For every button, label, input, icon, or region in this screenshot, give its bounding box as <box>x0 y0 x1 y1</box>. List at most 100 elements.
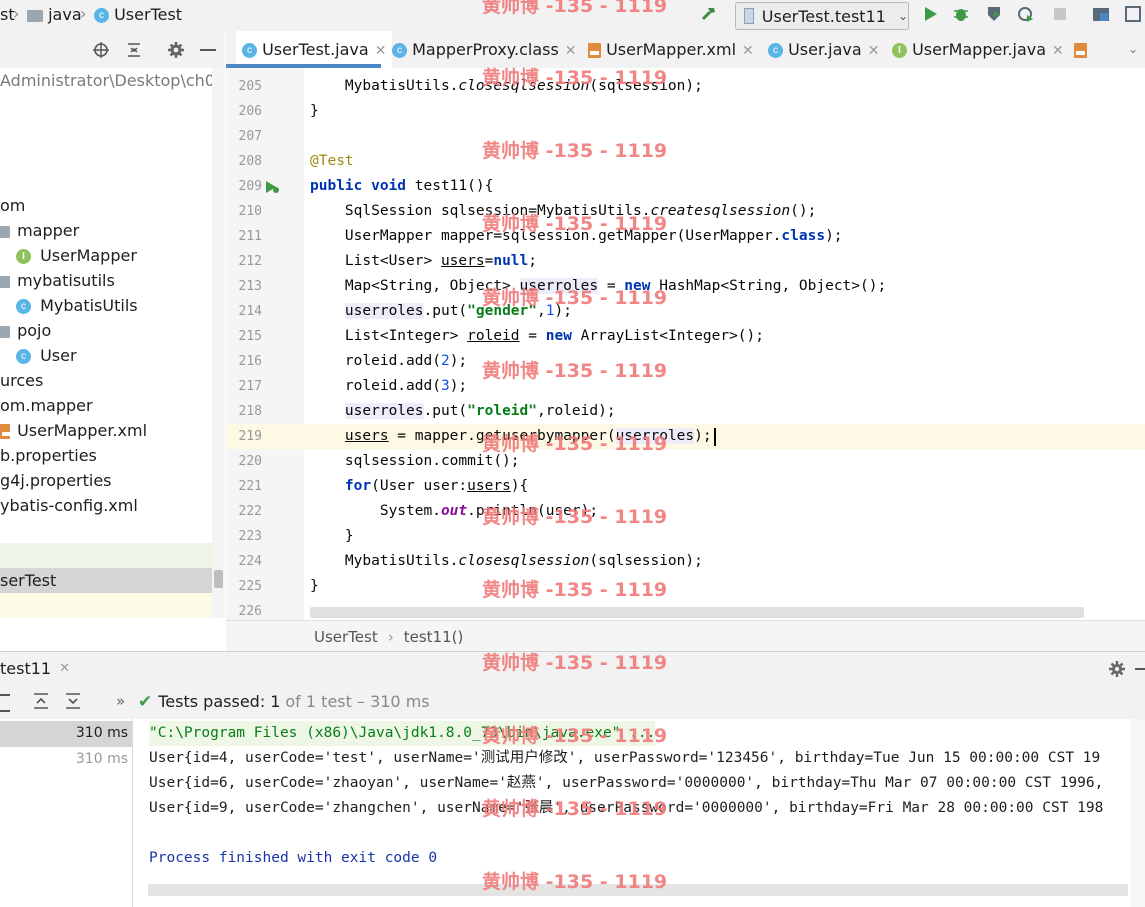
close-icon[interactable]: ✕ <box>59 661 70 676</box>
search-everywhere-icon[interactable] <box>1124 5 1142 23</box>
tab-usermapper-java[interactable]: I UserMapper.java ✕ <box>892 31 1064 68</box>
editor-breadcrumb-class[interactable]: UserTest <box>314 628 378 646</box>
tree-item-mybatisutils-class[interactable]: c MybatisUtils <box>16 293 138 318</box>
console-output-line: User{id=4, userCode='test', userName='测试… <box>149 750 1101 766</box>
editor-breadcrumb-method[interactable]: test11() <box>404 628 464 646</box>
stop-icon[interactable] <box>1051 5 1069 23</box>
breadcrumb-usertest[interactable]: c UserTest <box>94 5 182 24</box>
chevron-right-icon: › <box>80 4 87 23</box>
project-structure-icon[interactable] <box>1092 5 1110 23</box>
tab-overflow-chevron-icon[interactable]: ⌄ <box>1128 31 1138 68</box>
test-time: 310 ms <box>75 725 128 741</box>
profiler-icon[interactable] <box>1017 5 1035 23</box>
line-number: 220 <box>238 454 262 469</box>
run-configuration-select[interactable]: UserTest.test11 ⌄ <box>735 2 909 30</box>
code-line-218: userroles.put("roleid",roleid); <box>344 403 616 419</box>
project-scrollbar-thumb[interactable] <box>214 570 223 588</box>
run-panel-header: test11 ✕ <box>0 651 1145 685</box>
line-number: 211 <box>238 229 262 244</box>
tab-label: UserMapper.java <box>912 40 1047 59</box>
tree-item-usermapper-xml[interactable]: UserMapper.xml <box>0 418 147 443</box>
debug-icon[interactable] <box>952 5 970 23</box>
tab-overflow-xml[interactable] <box>1074 31 1087 68</box>
tree-item-resources[interactable]: urces <box>0 368 43 393</box>
run-tab-test11[interactable]: test11 ✕ <box>0 652 70 685</box>
breadcrumb-java[interactable]: java <box>27 5 82 24</box>
code-line-214: userroles.put("gender",1); <box>344 303 572 319</box>
tab-usertest-java[interactable]: c UserTest.java ✕ <box>236 31 393 68</box>
tree-item-db-properties[interactable]: b.properties <box>0 443 97 468</box>
code-line-219: users = mapper.getuserbymapper(userroles… <box>344 428 712 444</box>
project-panel-header <box>0 31 225 69</box>
tab-usermapper-xml[interactable]: UserMapper.xml ✕ <box>588 31 754 68</box>
settings-gear-icon[interactable] <box>1108 660 1126 678</box>
test-status-count: 1 <box>270 692 281 711</box>
close-icon[interactable]: ✕ <box>375 43 387 59</box>
tree-item-com-mapper[interactable]: om.mapper <box>0 393 93 418</box>
close-icon[interactable]: ✕ <box>742 43 754 59</box>
tab-label: MapperProxy.class <box>412 40 559 59</box>
editor-horizontal-scrollbar[interactable] <box>310 607 1084 618</box>
code-line-210: SqlSession sqlsession=MybatisUtils.creat… <box>310 203 817 219</box>
line-number: 205 <box>238 79 262 94</box>
class-icon: c <box>94 8 109 23</box>
tree-item-mapper-label: mapper <box>17 221 80 240</box>
code-line-213: Map<String, Object> userroles = new Hash… <box>310 278 887 294</box>
console-vertical-scrollbar[interactable] <box>1130 719 1145 907</box>
tree-item-log4j-properties[interactable]: g4j.properties <box>0 468 112 493</box>
tree-item-mybatisutils[interactable]: mybatisutils <box>0 268 115 293</box>
run-configuration-label: UserTest.test11 <box>761 6 886 26</box>
class-icon: c <box>16 299 31 314</box>
console-horizontal-scrollbar[interactable] <box>148 884 1128 896</box>
run-icon[interactable] <box>921 5 939 23</box>
expand-all-icon[interactable] <box>32 692 50 710</box>
tree-item-user[interactable]: c User <box>16 343 77 368</box>
build-hammer-icon[interactable] <box>700 5 718 23</box>
line-number: 225 <box>238 579 262 594</box>
minimize-icon[interactable] <box>200 49 216 51</box>
project-scrollbar[interactable] <box>212 68 225 618</box>
sort-icon[interactable] <box>0 694 10 712</box>
console-command-line: "C:\Program Files (x86)\Java\jdk1.8.0_73… <box>149 721 656 746</box>
chevron-right-icon: › <box>387 627 394 646</box>
test-status-suffix: of 1 test – 310 ms <box>285 692 430 711</box>
tab-user-java[interactable]: c User.java ✕ <box>768 31 879 68</box>
tree-highlight-row <box>0 543 212 568</box>
collapse-all-icon[interactable] <box>125 41 143 59</box>
line-number: 223 <box>238 529 262 544</box>
package-icon <box>0 275 10 288</box>
settings-gear-icon[interactable] <box>167 41 185 59</box>
test-status-prefix: Tests passed: <box>158 692 266 711</box>
tree-item-usermapper-label: UserMapper <box>40 246 137 265</box>
project-root-path[interactable]: Administrator\Desktop\ch03 <box>0 68 225 93</box>
tree-item-pojo-label: pojo <box>17 321 52 340</box>
tree-item-usermapper[interactable]: I UserMapper <box>16 243 137 268</box>
collapse-all-icon[interactable] <box>64 692 82 710</box>
tree-current-line-row <box>0 593 225 618</box>
minimize-icon[interactable] <box>1135 668 1145 670</box>
chevron-right-icon: › <box>13 4 20 23</box>
tree-item-mybatis-config[interactable]: ybatis-config.xml <box>0 493 138 518</box>
interface-icon: I <box>16 249 31 264</box>
coverage-icon[interactable] <box>985 5 1003 23</box>
line-number: 222 <box>238 504 262 519</box>
text-caret <box>714 428 716 446</box>
tree-item-package-com[interactable]: om <box>0 193 25 218</box>
xml-file-icon <box>0 424 11 439</box>
tree-item-mapper[interactable]: mapper <box>0 218 79 243</box>
close-icon[interactable]: ✕ <box>868 43 880 59</box>
line-number: 214 <box>238 304 262 319</box>
locate-file-icon[interactable] <box>92 41 110 59</box>
tree-item-pojo[interactable]: pojo <box>0 318 51 343</box>
console-output-line: User{id=6, userCode='zhaoyan', userName=… <box>149 775 1104 791</box>
tree-item-usertest[interactable]: serTest <box>0 568 212 593</box>
line-number: 224 <box>238 554 262 569</box>
tree-item-usermapper-xml-label: UserMapper.xml <box>17 421 148 440</box>
run-test-gutter-icon[interactable] <box>264 180 280 194</box>
more-chevron-icon[interactable]: » <box>116 692 125 710</box>
line-number: 221 <box>238 479 262 494</box>
tab-label: UserMapper.xml <box>606 40 737 59</box>
tab-mapperproxy-class[interactable]: c MapperProxy.class ✕ <box>392 31 577 68</box>
close-icon[interactable]: ✕ <box>565 43 577 59</box>
close-icon[interactable]: ✕ <box>1052 43 1064 59</box>
